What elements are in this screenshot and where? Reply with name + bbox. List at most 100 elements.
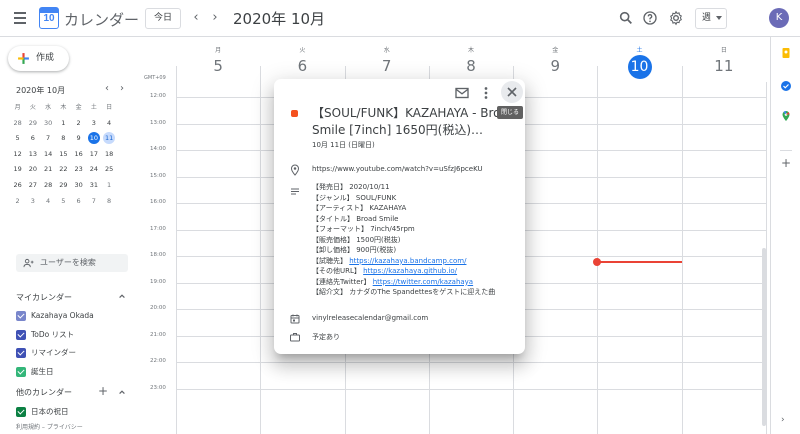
- mini-calendar-day[interactable]: 25: [102, 162, 117, 178]
- mini-calendar-day[interactable]: 30: [71, 178, 86, 194]
- mini-calendar-day[interactable]: 21: [41, 162, 56, 178]
- mini-calendar-day[interactable]: 28: [10, 116, 25, 132]
- mini-calendar-day-number: 15: [59, 149, 68, 158]
- next-week-button[interactable]: ›: [207, 9, 223, 27]
- mini-calendar-day[interactable]: 31: [86, 178, 101, 194]
- mini-calendar-day[interactable]: 19: [10, 162, 25, 178]
- mini-calendar-day[interactable]: 12: [10, 147, 25, 163]
- calendar-list-item[interactable]: Kazahaya Okada: [16, 310, 94, 322]
- day-column-header[interactable]: 金9: [513, 37, 597, 82]
- keep-notes-icon[interactable]: [780, 47, 792, 59]
- calendar-list-item[interactable]: 日本の祝日: [16, 406, 69, 418]
- day-column-header[interactable]: 水7: [345, 37, 429, 82]
- mini-calendar-day-number: 13: [28, 149, 38, 158]
- calendar-checkbox[interactable]: [16, 348, 26, 358]
- chevron-up-icon[interactable]: [118, 388, 126, 396]
- mini-calendar-day-number: 24: [89, 165, 99, 174]
- mini-calendar-day[interactable]: 2: [71, 116, 86, 132]
- maps-icon[interactable]: [780, 110, 792, 122]
- mini-calendar-day[interactable]: 16: [71, 147, 86, 163]
- add-calendar-plus-icon[interactable]: +: [98, 384, 108, 398]
- day-column-header[interactable]: 土 10: [597, 37, 681, 82]
- chevron-right-icon[interactable]: ›: [781, 415, 785, 425]
- mini-calendar-day[interactable]: 3: [25, 194, 40, 210]
- account-avatar[interactable]: K: [769, 8, 789, 28]
- settings-gear-icon[interactable]: [668, 10, 684, 26]
- mini-calendar-day[interactable]: 29: [56, 178, 71, 194]
- close-icon: [507, 87, 517, 97]
- calendar-list-item[interactable]: 誕生日: [16, 366, 54, 378]
- mini-calendar-day[interactable]: 28: [41, 178, 56, 194]
- tasks-icon[interactable]: [780, 80, 792, 92]
- calendar-checkbox[interactable]: [16, 311, 26, 321]
- mini-calendar-day[interactable]: 4: [41, 194, 56, 210]
- mini-calendar-day[interactable]: 29: [25, 116, 40, 132]
- mini-calendar-day[interactable]: 7: [41, 131, 56, 147]
- mini-prev-month-button[interactable]: ‹: [105, 83, 109, 94]
- prev-week-button[interactable]: ‹: [188, 9, 204, 27]
- more-options-icon[interactable]: [477, 84, 495, 102]
- mini-calendar-day[interactable]: 8: [102, 194, 117, 210]
- mini-calendar-day[interactable]: 13: [25, 147, 40, 163]
- day-column-header[interactable]: 木8: [429, 37, 513, 82]
- event-location[interactable]: https://www.youtube.com/watch?v=uSfzJ6pc…: [312, 165, 483, 173]
- mini-calendar-day[interactable]: 17: [86, 147, 101, 163]
- grid-scrollbar[interactable]: [762, 248, 766, 426]
- search-people-input[interactable]: ユーザーを検索: [16, 254, 128, 272]
- calendar-list-item[interactable]: リマインダー: [16, 347, 76, 359]
- mini-calendar-day[interactable]: 7: [86, 194, 101, 210]
- day-column-header[interactable]: 日 11: [682, 37, 766, 82]
- mini-calendar-day[interactable]: 6: [25, 131, 40, 147]
- day-column-header[interactable]: 月5: [176, 37, 260, 82]
- day-of-week: 水: [383, 47, 390, 54]
- mini-calendar-day[interactable]: 26: [10, 178, 25, 194]
- description-link[interactable]: https://twitter.com/kazahaya: [373, 278, 473, 286]
- mini-calendar-day[interactable]: 2: [10, 194, 25, 210]
- other-calendars-header[interactable]: 他のカレンダー: [16, 387, 72, 398]
- mini-calendar-day[interactable]: 11: [102, 131, 117, 147]
- event-title-line2: Smile [7inch] 1650円(税込)…: [312, 123, 484, 137]
- mini-calendar-day[interactable]: 23: [71, 162, 86, 178]
- create-button[interactable]: 作成: [8, 46, 69, 71]
- email-guests-icon[interactable]: [453, 84, 471, 102]
- today-button[interactable]: 今日: [145, 8, 182, 29]
- view-select[interactable]: 週: [695, 8, 727, 29]
- mini-calendar-day[interactable]: 5: [56, 194, 71, 210]
- mini-calendar-day[interactable]: 10: [86, 131, 101, 147]
- calendar-name: Kazahaya Okada: [31, 311, 94, 320]
- mini-calendar-day[interactable]: 14: [41, 147, 56, 163]
- my-calendars-header[interactable]: マイカレンダー: [16, 292, 72, 303]
- calendar-list-item[interactable]: ToDo リスト: [16, 329, 74, 341]
- description-link[interactable]: https://kazahaya.bandcamp.com/: [349, 257, 466, 265]
- mini-calendar-day[interactable]: 30: [41, 116, 56, 132]
- help-icon[interactable]: [642, 10, 658, 26]
- mini-calendar-day[interactable]: 24: [86, 162, 101, 178]
- calendar-checkbox[interactable]: [16, 366, 26, 377]
- day-column-header[interactable]: 火6: [260, 37, 344, 82]
- search-icon[interactable]: [618, 10, 634, 26]
- mini-calendar-day[interactable]: 22: [56, 162, 71, 178]
- calendar-checkbox[interactable]: [16, 407, 26, 417]
- mini-calendar-day[interactable]: 4: [102, 116, 117, 132]
- mini-calendar-day[interactable]: 6: [71, 194, 86, 210]
- day-of-week: 日: [720, 47, 727, 54]
- mini-calendar-day[interactable]: 15: [56, 147, 71, 163]
- mini-calendar-day[interactable]: 27: [25, 178, 40, 194]
- add-addon-plus-icon[interactable]: +: [781, 156, 791, 170]
- mini-calendar-day[interactable]: 1: [56, 116, 71, 132]
- day-number: 8: [466, 57, 476, 75]
- mini-calendar-day[interactable]: 9: [71, 131, 86, 147]
- mini-calendar-day[interactable]: 3: [86, 116, 101, 132]
- chevron-up-icon[interactable]: [118, 292, 126, 300]
- footer-links[interactable]: 利用規約 – プライバシー: [16, 422, 83, 431]
- mini-next-month-button[interactable]: ›: [120, 83, 124, 94]
- mini-calendar-day[interactable]: 20: [25, 162, 40, 178]
- mini-calendar-day[interactable]: 8: [56, 131, 71, 147]
- close-popup-button[interactable]: [501, 81, 523, 103]
- description-link[interactable]: https://kazahaya.github.io/: [363, 267, 457, 275]
- mini-calendar-day[interactable]: 18: [102, 147, 117, 163]
- main-menu-button[interactable]: [10, 8, 30, 28]
- mini-calendar-day[interactable]: 5: [10, 131, 25, 147]
- calendar-checkbox[interactable]: [16, 329, 26, 340]
- mini-calendar-day[interactable]: 1: [102, 178, 117, 194]
